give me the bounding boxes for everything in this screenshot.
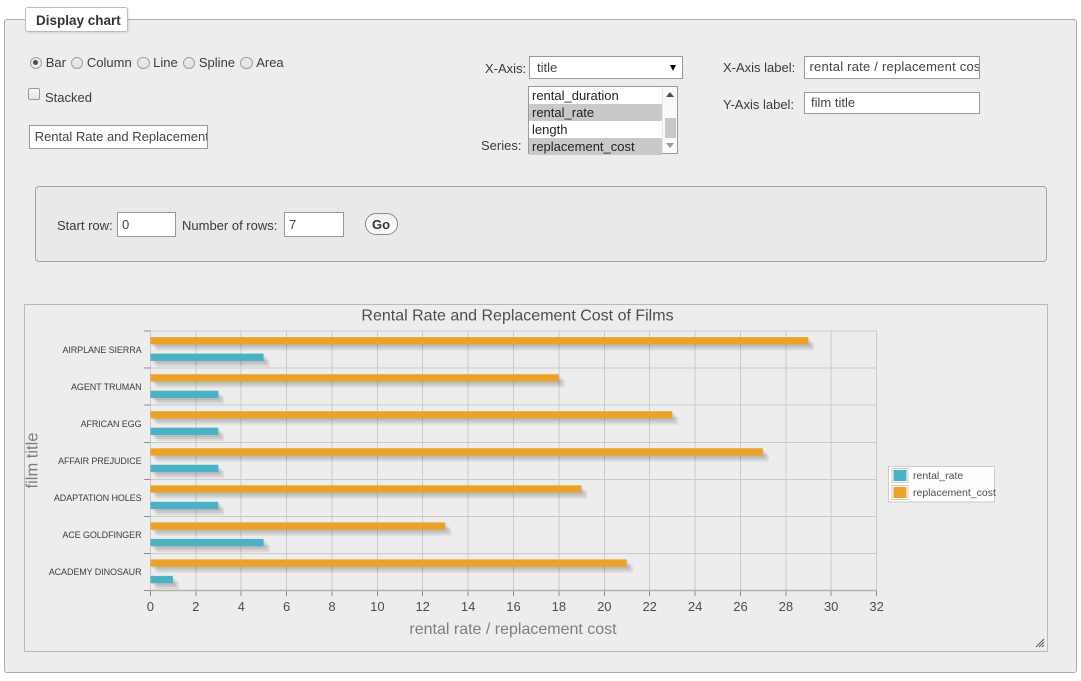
svg-text:rental_rate: rental_rate	[913, 470, 963, 482]
svg-text:24: 24	[688, 599, 702, 614]
svg-text:12: 12	[415, 599, 429, 614]
svg-text:2: 2	[192, 599, 199, 614]
svg-text:0: 0	[147, 599, 154, 614]
svg-text:AFFAIR PREJUDICE: AFFAIR PREJUDICE	[58, 456, 142, 466]
svg-text:Rental Rate and Replacement Co: Rental Rate and Replacement Cost of Film…	[361, 308, 673, 325]
svg-text:30: 30	[824, 599, 838, 614]
svg-text:replacement_cost: replacement_cost	[913, 487, 996, 499]
svg-text:28: 28	[779, 599, 793, 614]
svg-text:14: 14	[461, 599, 475, 614]
svg-text:film title: film title	[24, 433, 42, 489]
svg-text:22: 22	[642, 599, 656, 614]
svg-text:AGENT TRUMAN: AGENT TRUMAN	[71, 382, 141, 392]
svg-text:rental rate / replacement cost: rental rate / replacement cost	[409, 621, 617, 638]
svg-text:AFRICAN EGG: AFRICAN EGG	[81, 419, 142, 429]
svg-text:16: 16	[506, 599, 520, 614]
svg-text:ACADEMY DINOSAUR: ACADEMY DINOSAUR	[49, 567, 142, 577]
svg-text:6: 6	[283, 599, 290, 614]
svg-text:4: 4	[238, 599, 245, 614]
svg-text:ACE GOLDFINGER: ACE GOLDFINGER	[62, 530, 142, 540]
svg-text:10: 10	[370, 599, 384, 614]
svg-text:ADAPTATION HOLES: ADAPTATION HOLES	[54, 493, 142, 503]
svg-text:AIRPLANE SIERRA: AIRPLANE SIERRA	[62, 345, 141, 355]
svg-text:18: 18	[552, 599, 566, 614]
svg-text:26: 26	[733, 599, 747, 614]
svg-text:32: 32	[869, 599, 883, 614]
svg-text:8: 8	[328, 599, 335, 614]
svg-text:20: 20	[597, 599, 611, 614]
